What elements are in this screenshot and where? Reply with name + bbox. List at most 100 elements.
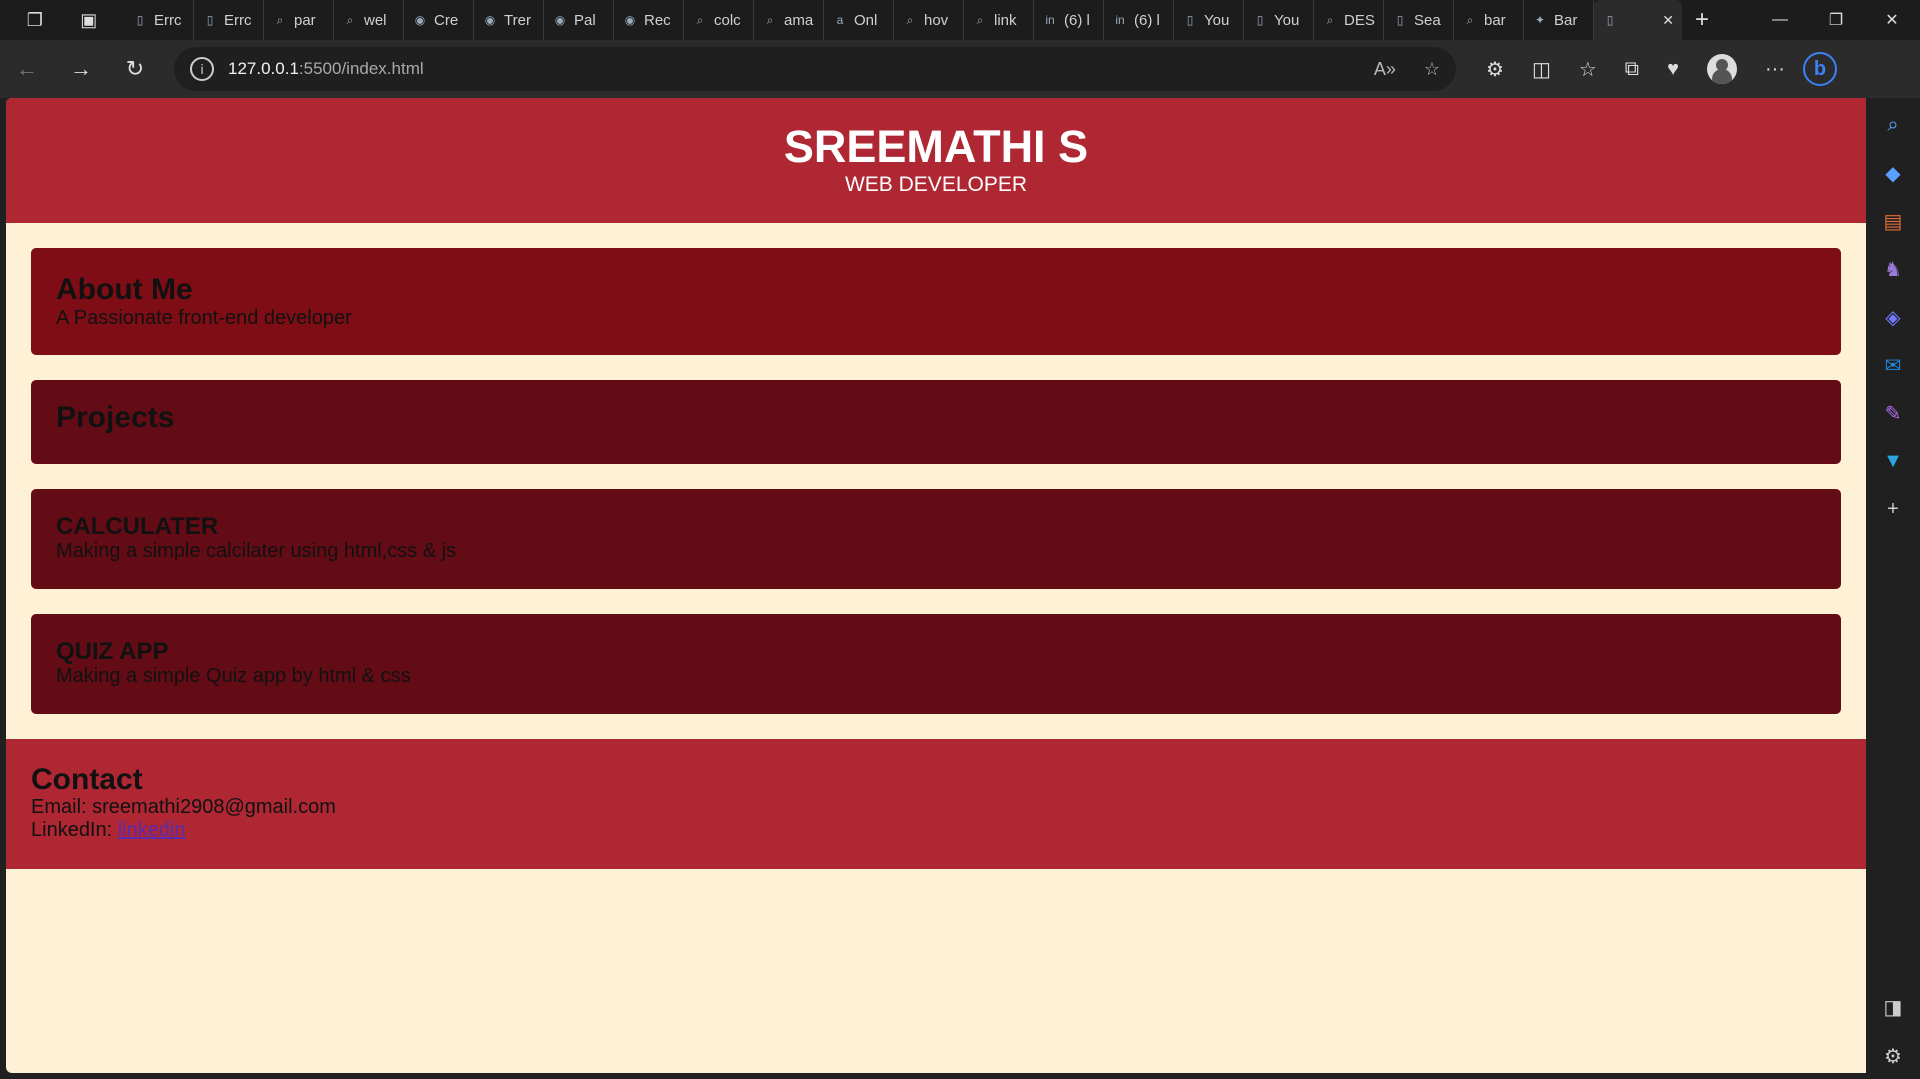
microsoft-365-icon[interactable]: ◈ [1880,304,1906,330]
new-tab-button[interactable]: + [1682,6,1722,34]
tab[interactable]: ◉ Cre [404,0,474,40]
tools-icon[interactable]: ▤ [1880,208,1906,234]
tab-label: par [294,11,316,29]
profile-avatar[interactable] [1706,54,1737,84]
tab[interactable]: ⌕ wel [334,0,404,40]
tab-label: wel [364,11,387,29]
tab[interactable]: ◉ Trer [474,0,544,40]
contact-section: Contact Email: sreemathi2908@gmail.com L… [6,739,1866,869]
more-options-icon[interactable]: ··· [1765,58,1785,81]
refresh-button[interactable]: ↻ [108,56,162,82]
split-screen-icon[interactable]: ◫ [1532,57,1551,82]
page-subtitle: WEB DEVELOPER [844,173,1028,196]
tab-list: ▯ Errc ▯ Errc ⌕ par ⌕ wel ◉ Cre ◉ Trer ◉ Pal ◉ Rec ⌕ colc… [124,0,1594,40]
project-card: CALCULATER Making a simple calcilater us… [31,489,1841,589]
tab[interactable]: ⌕ par [264,0,334,40]
chat-icon: ◉ [414,13,426,27]
search-icon: ⌕ [766,12,774,27]
sidebar-bottom: ◨ ⚙ [1884,995,1903,1069]
search-icon[interactable]: ⌕ [1880,112,1906,138]
tab-label: (6) l [1134,11,1160,29]
contact-linkedin: LinkedIn: linkedin [31,819,1841,843]
drop-icon[interactable]: ▼ [1880,448,1906,474]
tab-label: Errc [224,11,252,29]
close-window-button[interactable]: ✕ [1864,0,1920,40]
search-icon: ⌕ [346,12,354,27]
outlook-icon[interactable]: ✉ [1880,352,1906,378]
settings-gear-icon[interactable]: ⚙ [1884,1044,1902,1069]
tab[interactable]: ▯ Errc [194,0,264,40]
projects-title: Projects [56,401,175,434]
chat-icon: ◉ [554,13,566,27]
favorites-icon[interactable]: ☆ [1579,57,1597,82]
page-icon: ▯ [1186,13,1194,27]
extensions-icon[interactable]: ⚙ [1486,57,1504,82]
read-aloud-icon[interactable]: A» [1374,59,1396,80]
add-icon[interactable]: + [1880,496,1906,522]
edge-sidebar: ⌕ ◆ ▤ ♞ ◈ ✉ ✎ ▼ + ◨ ⚙ [1866,98,1920,1079]
about-title: About Me [56,273,193,306]
search-icon: ⌕ [906,12,914,27]
tab[interactable]: ⌕ bar [1454,0,1524,40]
tab-actions: ❐ ▣ [0,0,124,40]
tab[interactable]: ◉ Rec [614,0,684,40]
bing-copilot-icon[interactable]: b [1802,52,1837,86]
tab[interactable]: ⌕ DES [1314,0,1384,40]
chat-icon: ◉ [624,13,636,27]
email-label: Email: [31,795,87,818]
linkedin-icon: in [1115,13,1125,27]
tab[interactable]: in (6) l [1034,0,1104,40]
address-bar[interactable]: i 127.0.0.1:5500/index.html A» ☆ [174,47,1456,91]
linkedin-label: LinkedIn: [31,819,113,842]
tab[interactable]: ▯ Errc [124,0,194,40]
forward-button[interactable]: → [54,56,108,82]
tab-label: DES [1344,11,1375,29]
shopping-tag-icon[interactable]: ◆ [1880,160,1906,186]
tab-label: ama [784,11,814,29]
tab-label: You [1204,11,1230,29]
main-content: About Me A Passionate front-end develope… [6,223,1866,714]
minimize-button[interactable]: — [1752,0,1808,40]
browser-essentials-icon[interactable]: ♥ [1667,58,1679,81]
tab-actions-icon[interactable]: ▣ [80,10,97,31]
favorite-star-icon[interactable]: ☆ [1424,59,1440,80]
page-title: SREEMATHI S [783,121,1089,172]
workspaces-icon[interactable]: ❐ [27,10,43,31]
tab[interactable]: ⌕ colc [684,0,754,40]
close-tab-icon[interactable]: ✕ [1662,12,1674,29]
tab-label: Cre [434,11,459,29]
tab[interactable]: in (6) l [1104,0,1174,40]
tab[interactable]: ▯ You [1174,0,1244,40]
designer-icon[interactable]: ✎ [1880,400,1906,426]
tab[interactable]: ◉ Pal [544,0,614,40]
email-value: sreemathi2908@gmail.com [92,795,336,818]
tab-label: bar [1484,11,1506,29]
search-icon: ⌕ [276,12,284,27]
search-icon: ⌕ [1326,12,1334,27]
tab-label: Rec [644,11,671,29]
search-icon: ⌕ [976,12,984,27]
tab[interactable]: a Onl [824,0,894,40]
project-description: Making a simple Quiz app by html & css [56,665,411,688]
tab[interactable]: ▯ You [1244,0,1314,40]
chat-icon: ◉ [484,13,496,27]
restore-button[interactable]: ❐ [1808,0,1864,40]
tab-active[interactable]: ▯ ✕ [1594,0,1682,40]
site-header: SREEMATHI S WEB DEVELOPER [6,98,1866,223]
tab[interactable]: ⌕ ama [754,0,824,40]
linkedin-link[interactable]: linkedin [118,819,186,841]
project-card: QUIZ APP Making a simple Quiz app by htm… [31,614,1841,714]
back-button[interactable]: ← [0,56,54,82]
page-icon: ▯ [136,13,144,27]
hide-sidebar-icon[interactable]: ◨ [1884,995,1903,1020]
tab[interactable]: ⌕ link [964,0,1034,40]
page-viewport: SREEMATHI S WEB DEVELOPER About Me A Pas… [6,98,1866,1073]
tab[interactable]: ⌕ hov [894,0,964,40]
collections-icon[interactable]: ⧉ [1625,58,1639,81]
games-icon[interactable]: ♞ [1880,256,1906,282]
tab-label: hov [924,11,949,29]
tab-label: Bar [1554,11,1578,29]
tab[interactable]: ▯ Sea [1384,0,1454,40]
tab[interactable]: ✦ Bar [1524,0,1594,40]
info-icon[interactable]: i [190,57,214,81]
